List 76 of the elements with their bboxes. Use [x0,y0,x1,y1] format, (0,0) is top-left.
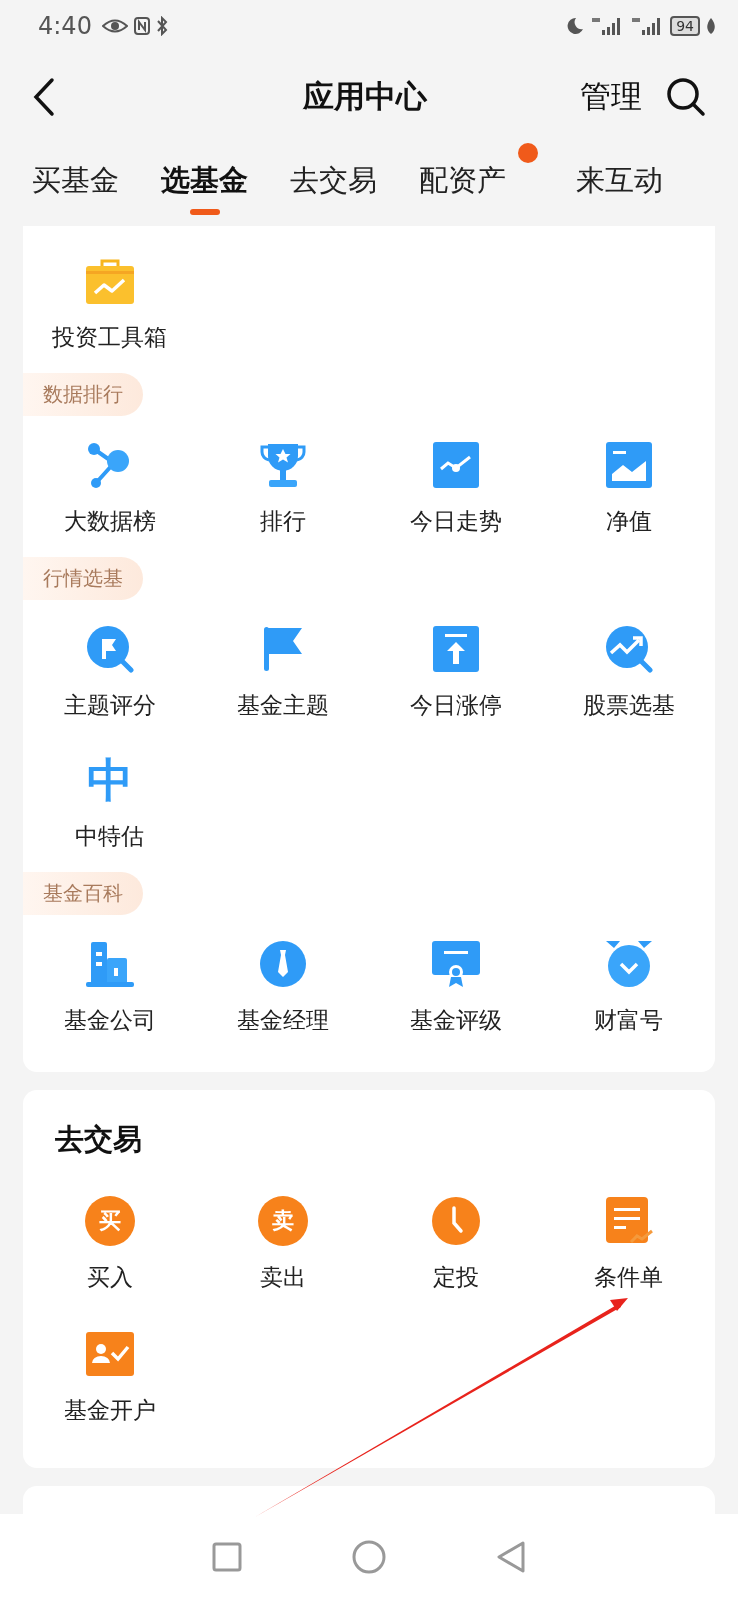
clock-icon [430,1196,481,1246]
app-label: 基金主题 [236,691,329,720]
status-time: 4:40 [38,12,92,40]
eye-icon [101,18,128,34]
bluetooth-icon [155,16,168,36]
image-icon [604,441,653,489]
certificate-icon [430,940,481,988]
app-label: 投资工具箱 [52,323,167,352]
app-label: 今日走势 [409,507,502,536]
section-tag: 数据排行 [23,373,143,416]
back-nav-button[interactable] [496,1540,526,1574]
character-icon: 中 [86,757,133,803]
id-card-icon [84,1331,135,1377]
app-label: 条件单 [594,1263,663,1292]
app-item[interactable]: 排行 [196,420,369,551]
category-tab[interactable]: 来互动 [566,151,673,215]
upload-icon [431,625,480,673]
nfc-icon [133,17,150,35]
app-item[interactable]: 买 买入 [23,1180,196,1313]
app-label: 基金经理 [236,1006,329,1035]
leaf-icon [706,17,716,35]
character-icon: 卖 [257,1196,308,1246]
app-label: 基金开户 [63,1396,156,1425]
app-item[interactable]: 基金经理 [196,919,369,1050]
character-icon: 买 [84,1196,135,1246]
section-tag: 行情选基 [23,557,143,600]
app-item[interactable]: 财富号 [542,919,715,1050]
app-item[interactable]: 定投 [369,1180,542,1313]
app-item[interactable]: 中 中特估 [23,735,196,866]
app-label: 股票选基 [582,691,675,720]
app-item[interactable]: 基金公司 [23,919,196,1050]
app-label: 主题评分 [63,691,156,720]
app-item[interactable]: 今日走势 [369,420,542,551]
app-item[interactable]: 主题评分 [23,604,196,735]
app-label: 排行 [259,507,306,536]
building-icon [84,940,135,988]
section-tag: 基金百科 [23,872,143,915]
category-tab[interactable]: 选基金 [151,151,258,215]
tie-icon [258,940,307,988]
app-item[interactable]: 条件单 [542,1180,715,1313]
alarm-clock-icon [604,940,653,988]
category-tab[interactable]: 去交易 [280,151,387,215]
app-label: 财富号 [594,1006,663,1035]
app-item[interactable]: 基金开户 [23,1313,196,1446]
app-label: 基金公司 [63,1006,156,1035]
section-title: 去交易 [54,1121,143,1158]
app-label: 买入 [86,1263,133,1292]
app-label: 今日涨停 [409,691,502,720]
toolbox-icon [84,257,135,305]
app-item[interactable]: 投资工具箱 [23,236,196,367]
app-label: 定投 [432,1263,479,1292]
app-item[interactable]: 基金主题 [196,604,369,735]
app-label: 基金评级 [409,1006,502,1035]
magnifier-flag-icon [85,625,134,673]
moon-icon [566,17,585,35]
recent-apps-button[interactable] [212,1542,242,1572]
magnifier-trend-icon [604,625,653,673]
category-tab[interactable]: 买基金 [22,151,129,215]
battery-level: 94 [670,16,700,36]
app-label: 大数据榜 [63,507,156,536]
app-item[interactable]: 基金评级 [369,919,542,1050]
app-item[interactable]: 大数据榜 [23,420,196,551]
app-label: 卖出 [259,1263,306,1292]
document-icon [603,1196,654,1246]
trophy-icon [258,441,307,489]
manage-button[interactable]: 管理 [580,76,642,118]
app-item[interactable]: 卖 卖出 [196,1180,369,1313]
app-label: 中特估 [75,822,144,851]
page-title: 应用中心 [302,77,428,116]
app-item[interactable]: 净值 [542,420,715,551]
app-label: 净值 [605,507,652,536]
category-tab[interactable]: 配资产 [409,151,516,215]
app-item[interactable]: 股票选基 [542,604,715,735]
chart-icon [431,441,480,489]
home-button[interactable] [352,1540,386,1574]
app-item[interactable]: 今日涨停 [369,604,542,735]
